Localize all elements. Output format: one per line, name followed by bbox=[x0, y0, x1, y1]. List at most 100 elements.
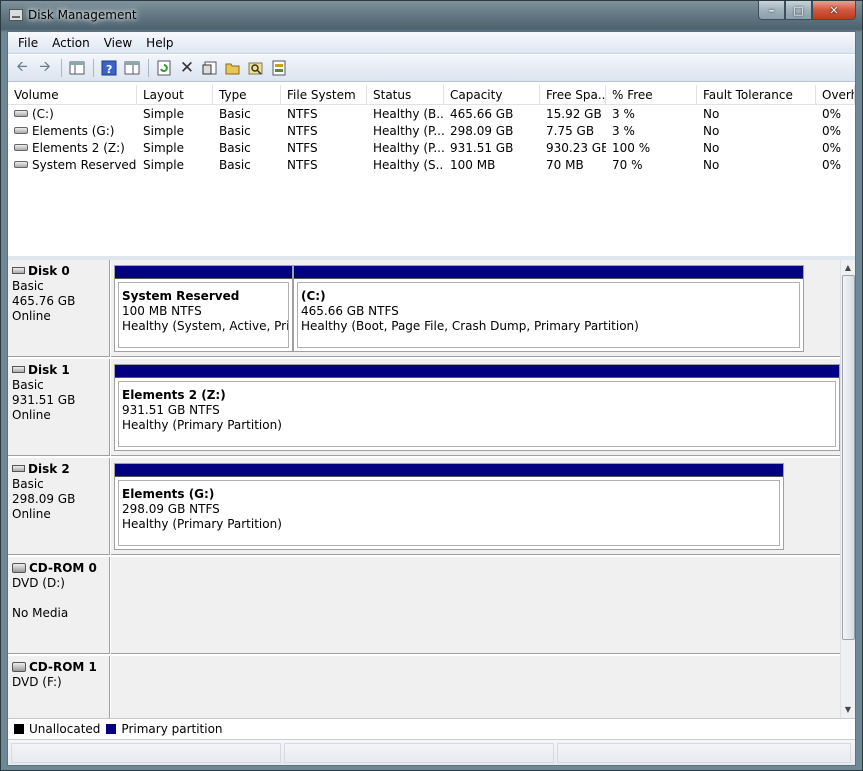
unallocated-swatch bbox=[14, 723, 24, 734]
cdrom-1-label[interactable]: CD-ROM 1 DVD (F:) bbox=[8, 656, 110, 718]
disk-row: CD-ROM 0 DVD (D:) No Media bbox=[8, 557, 840, 654]
maximize-button[interactable]: □ bbox=[785, 1, 812, 20]
column-header-volume[interactable]: Volume bbox=[8, 85, 137, 105]
percent-free-cell: 70 % bbox=[612, 158, 643, 172]
menu-help[interactable]: Help bbox=[139, 32, 180, 54]
back-arrow-icon[interactable]: 🡨 bbox=[11, 57, 33, 79]
menu-action[interactable]: Action bbox=[45, 32, 97, 54]
partition-details: Elements 2 (Z:) 931.51 GB NTFS Healthy (… bbox=[118, 381, 836, 447]
cdrom-1-area bbox=[111, 656, 840, 718]
partition-g[interactable]: Elements (G:) 298.09 GB NTFS Healthy (Pr… bbox=[114, 463, 784, 550]
type-cell: Basic bbox=[219, 158, 251, 172]
overhead-cell: 0% bbox=[822, 107, 842, 121]
open-folder-icon[interactable] bbox=[222, 57, 244, 79]
menu-view[interactable]: View bbox=[97, 32, 139, 54]
partition-details: System Reserved 100 MB NTFS Healthy (Sys… bbox=[118, 282, 289, 348]
close-button[interactable]: ✕ bbox=[812, 1, 856, 20]
free-space-cell: 930.23 GB bbox=[546, 141, 606, 155]
menu-file[interactable]: File bbox=[11, 32, 45, 54]
volume-icon bbox=[14, 144, 28, 151]
scroll-down-icon[interactable]: ▼ bbox=[841, 703, 855, 716]
partition-details: Elements (G:) 298.09 GB NTFS Healthy (Pr… bbox=[118, 480, 780, 546]
disk-row: Disk 1 Basic 931.51 GB Online Elements 2… bbox=[8, 359, 840, 456]
partition-z[interactable]: Elements 2 (Z:) 931.51 GB NTFS Healthy (… bbox=[114, 364, 840, 451]
disk-2-label[interactable]: Disk 2 Basic 298.09 GB Online bbox=[8, 458, 110, 555]
volume-cell: Elements (G:) bbox=[8, 123, 137, 140]
disk-size: 465.76 GB bbox=[12, 294, 76, 308]
properties-icon[interactable] bbox=[199, 57, 221, 79]
type-cell: Basic bbox=[219, 124, 251, 138]
overhead-cell: 0% bbox=[822, 124, 842, 138]
column-header-status[interactable]: Status bbox=[367, 85, 444, 105]
layout-cell: Simple bbox=[143, 158, 184, 172]
capacity-cell: 298.09 GB bbox=[450, 124, 514, 138]
percent-free-cell: 100 % bbox=[612, 141, 651, 155]
refresh-icon[interactable] bbox=[153, 57, 175, 79]
column-header-free-space[interactable]: Free Spa... bbox=[540, 85, 606, 105]
column-header-type[interactable]: Type bbox=[213, 85, 281, 105]
volume-list-pane: Volume Layout Type File System Status Ca… bbox=[8, 83, 855, 256]
disk-0-label[interactable]: Disk 0 Basic 465.76 GB Online bbox=[8, 260, 110, 357]
column-header-file-system[interactable]: File System bbox=[281, 85, 367, 105]
primary-partition-bar bbox=[115, 266, 292, 279]
status-bar bbox=[8, 739, 855, 765]
type-cell: Basic bbox=[219, 107, 251, 121]
console-tree-icon[interactable] bbox=[66, 57, 88, 79]
table-row[interactable]: Elements (G:) Simple Basic NTFS Healthy … bbox=[8, 123, 855, 140]
free-space-cell: 15.92 GB bbox=[546, 107, 602, 121]
table-row[interactable]: Elements 2 (Z:) Simple Basic NTFS Health… bbox=[8, 140, 855, 157]
type-cell: Basic bbox=[219, 141, 251, 155]
properties-pane-icon[interactable] bbox=[121, 57, 143, 79]
column-header-capacity[interactable]: Capacity bbox=[444, 85, 540, 105]
volume-cell: Elements 2 (Z:) bbox=[8, 140, 137, 157]
cdrom-0-label[interactable]: CD-ROM 0 DVD (D:) No Media bbox=[8, 557, 110, 654]
column-header-layout[interactable]: Layout bbox=[137, 85, 213, 105]
title-bar[interactable]: Disk Management – □ ✕ bbox=[1, 1, 862, 31]
forward-arrow-icon[interactable]: 🡪 bbox=[34, 57, 56, 79]
disk-map-vertical-scrollbar[interactable]: ▲ ▼ bbox=[840, 260, 855, 718]
search-icon[interactable] bbox=[245, 57, 267, 79]
cdrom-drive: DVD (D:) bbox=[12, 576, 65, 590]
column-header-overhead[interactable]: Overhe bbox=[816, 85, 855, 105]
partition-system-reserved[interactable]: System Reserved 100 MB NTFS Healthy (Sys… bbox=[114, 265, 293, 352]
primary-partition-swatch bbox=[106, 723, 117, 734]
volume-icon bbox=[14, 110, 28, 117]
capacity-cell: 465.66 GB bbox=[450, 107, 514, 121]
capacity-cell: 931.51 GB bbox=[450, 141, 514, 155]
help-icon[interactable]: ? bbox=[98, 57, 120, 79]
partition-size: 931.51 GB NTFS bbox=[122, 403, 220, 417]
status-cell bbox=[557, 743, 851, 763]
cdrom-name: CD-ROM 0 bbox=[29, 561, 97, 575]
overhead-cell: 0% bbox=[822, 141, 842, 155]
minimize-button[interactable]: – bbox=[758, 1, 785, 20]
volume-cell: (C:) bbox=[8, 106, 137, 123]
cdrom-0-area bbox=[111, 557, 840, 654]
status-cell bbox=[11, 743, 281, 763]
status-cell: Healthy (P... bbox=[373, 124, 444, 138]
file-system-cell: NTFS bbox=[287, 141, 318, 155]
vertical-scroll-thumb[interactable] bbox=[842, 275, 855, 640]
disk-state: Online bbox=[12, 507, 51, 521]
client-area: File Action View Help 🡨 🡪 ? ✕ Volume Lay… bbox=[7, 31, 856, 766]
cdrom-drive: DVD (F:) bbox=[12, 675, 62, 689]
volume-name: Elements 2 (Z:) bbox=[32, 141, 125, 155]
disk-1-label[interactable]: Disk 1 Basic 931.51 GB Online bbox=[8, 359, 110, 456]
volume-icon bbox=[14, 127, 28, 134]
svg-text:?: ? bbox=[106, 63, 112, 76]
primary-partition-bar bbox=[115, 464, 783, 477]
status-cell: Healthy (B... bbox=[373, 107, 444, 121]
legend: Unallocated Primary partition bbox=[8, 718, 855, 738]
delete-icon[interactable]: ✕ bbox=[176, 57, 198, 79]
disk-state: Online bbox=[12, 408, 51, 422]
column-header-fault-tolerance[interactable]: Fault Tolerance bbox=[697, 85, 816, 105]
primary-partition-bar bbox=[115, 365, 839, 378]
scroll-up-icon[interactable]: ▲ bbox=[841, 261, 855, 274]
table-row[interactable]: (C:) Simple Basic NTFS Healthy (B... 465… bbox=[8, 106, 855, 123]
column-header-percent-free[interactable]: % Free bbox=[606, 85, 697, 105]
settings-icon[interactable] bbox=[268, 57, 290, 79]
fault-tolerance-cell: No bbox=[703, 158, 720, 172]
toolbar-separator bbox=[148, 59, 149, 77]
disk-type: Basic bbox=[12, 279, 44, 293]
partition-c[interactable]: (C:) 465.66 GB NTFS Healthy (Boot, Page … bbox=[293, 265, 804, 352]
table-row[interactable]: System Reserved Simple Basic NTFS Health… bbox=[8, 157, 855, 174]
